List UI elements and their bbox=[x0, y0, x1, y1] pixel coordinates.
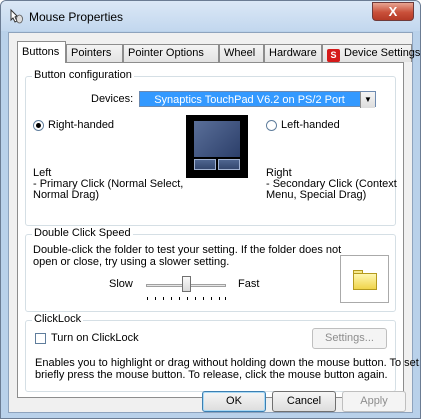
slider-tick bbox=[147, 297, 148, 300]
clicklock-checkbox-label[interactable]: Turn on ClickLock bbox=[51, 332, 139, 344]
touchpad-surface bbox=[194, 121, 240, 157]
ok-button-label: OK bbox=[226, 395, 242, 407]
left-handed-label[interactable]: Left-handed bbox=[281, 119, 340, 131]
clicklock-settings-button[interactable]: Settings... bbox=[312, 328, 387, 349]
tab-pointers[interactable]: Pointers bbox=[66, 44, 123, 62]
slider-tick bbox=[179, 297, 180, 300]
double-click-speed-group: Double Click Speed Double-click the fold… bbox=[25, 227, 396, 312]
devices-label: Devices: bbox=[91, 93, 134, 105]
chevron-down-icon[interactable]: ▼ bbox=[360, 92, 375, 108]
ok-button[interactable]: OK bbox=[202, 391, 266, 412]
slider-tick bbox=[163, 297, 164, 300]
title-bar[interactable]: Mouse Properties X bbox=[1, 1, 420, 31]
apply-button[interactable]: Apply bbox=[342, 391, 406, 412]
cancel-button[interactable]: Cancel bbox=[272, 391, 336, 412]
folder-icon[interactable] bbox=[353, 273, 377, 290]
group-title: ClickLock bbox=[32, 313, 84, 325]
devices-value: Synaptics TouchPad V6.2 on PS/2 Port bbox=[154, 94, 345, 106]
clicklock-checkbox[interactable] bbox=[35, 333, 46, 344]
group-title: Button configuration bbox=[32, 69, 134, 81]
slider-tick bbox=[225, 297, 226, 300]
radio-selected-dot bbox=[36, 123, 41, 128]
touchpad-right-button bbox=[218, 159, 240, 170]
close-button[interactable]: X bbox=[372, 2, 414, 21]
tab-buttons[interactable]: Buttons bbox=[17, 41, 66, 63]
slow-label: Slow bbox=[109, 278, 133, 290]
mouse-icon bbox=[10, 8, 23, 24]
right-button-desc: Menu, Special Drag) bbox=[266, 189, 367, 201]
buttons-tab-panel: Button configuration Devices: Synaptics … bbox=[17, 62, 420, 398]
slider-tick bbox=[203, 297, 204, 300]
tab-label: Pointers bbox=[71, 47, 112, 59]
tab-label: Device Settings bbox=[344, 47, 421, 59]
synaptics-icon: S bbox=[327, 49, 340, 62]
button-configuration-group: Button configuration Devices: Synaptics … bbox=[25, 69, 397, 226]
left-handed-radio[interactable] bbox=[266, 120, 277, 131]
slider-tick bbox=[219, 297, 220, 300]
slider-thumb[interactable] bbox=[182, 276, 191, 292]
fast-label: Fast bbox=[238, 278, 260, 290]
slider-tick bbox=[211, 297, 212, 300]
tab-hardware[interactable]: Hardware bbox=[264, 44, 322, 62]
slider-tick bbox=[155, 297, 156, 300]
window-title: Mouse Properties bbox=[29, 10, 124, 24]
mouse-properties-window: Mouse Properties X Buttons Pointers Poin… bbox=[0, 0, 421, 419]
cancel-button-label: Cancel bbox=[286, 395, 322, 407]
dialog-body: Buttons Pointers Pointer Options Wheel H… bbox=[8, 32, 420, 413]
test-folder[interactable] bbox=[340, 255, 389, 303]
close-icon: X bbox=[388, 4, 398, 19]
double-click-desc: Double-click the folder to test your set… bbox=[33, 244, 342, 256]
tab-label: Hardware bbox=[269, 47, 317, 59]
touchpad-left-button bbox=[194, 159, 216, 170]
tab-device-settings[interactable]: S Device Settings bbox=[322, 44, 420, 62]
tab-label: Buttons bbox=[22, 46, 60, 58]
tab-pointer-options[interactable]: Pointer Options bbox=[123, 44, 219, 62]
slider-tick bbox=[187, 297, 188, 300]
touchpad-image bbox=[186, 115, 248, 178]
right-handed-label[interactable]: Right-handed bbox=[48, 119, 114, 131]
devices-dropdown[interactable]: Synaptics TouchPad V6.2 on PS/2 Port ▼ bbox=[139, 91, 376, 108]
left-button-desc: Normal Drag) bbox=[33, 189, 100, 201]
clicklock-desc: Enables you to highlight or drag without… bbox=[35, 357, 421, 369]
right-handed-radio[interactable] bbox=[33, 120, 44, 131]
tab-label: Pointer Options bbox=[128, 47, 204, 59]
group-title: Double Click Speed bbox=[32, 227, 133, 239]
double-click-desc: open or close, try using a slower settin… bbox=[33, 256, 230, 268]
apply-button-label: Apply bbox=[360, 395, 388, 407]
tab-wheel[interactable]: Wheel bbox=[219, 44, 264, 62]
tab-label: Wheel bbox=[224, 47, 256, 59]
settings-button-label: Settings... bbox=[325, 332, 374, 344]
slider-tick bbox=[171, 297, 172, 300]
slider-tick bbox=[195, 297, 196, 300]
clicklock-group: ClickLock Turn on ClickLock Settings... … bbox=[25, 313, 420, 392]
clicklock-desc: briefly press the mouse button. To relea… bbox=[35, 369, 388, 381]
